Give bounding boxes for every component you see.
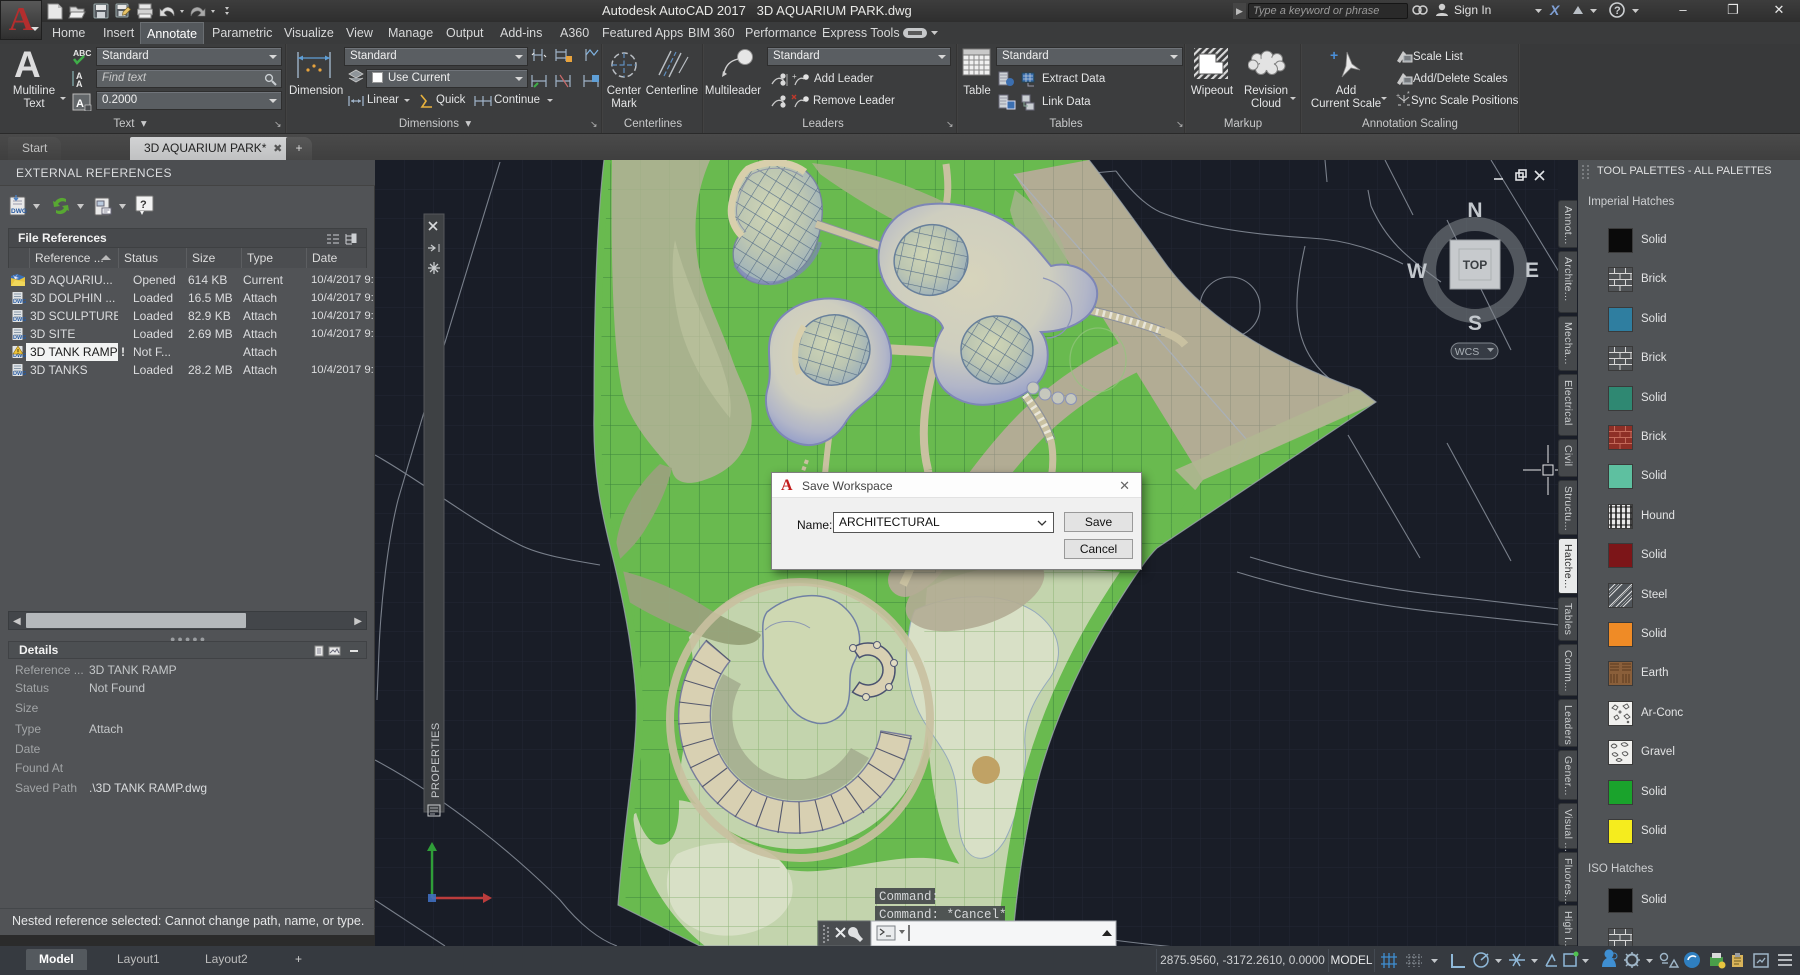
svg-text:+: + <box>1330 48 1338 63</box>
svg-text:DWG: DWG <box>13 371 26 377</box>
svg-text:Command: *Cancel*: Command: *Cancel* <box>879 908 1007 922</box>
svg-text:TOP: TOP <box>1463 258 1487 272</box>
svg-text:WCS: WCS <box>1455 346 1480 358</box>
svg-text:DWG: DWG <box>13 317 26 323</box>
svg-text:+: + <box>1396 93 1400 100</box>
svg-text:+: + <box>792 72 797 81</box>
svg-text:DWG: DWG <box>11 208 27 215</box>
svg-text:Sign In: Sign In <box>1454 3 1491 17</box>
svg-text:A: A <box>76 98 84 110</box>
svg-text:E: E <box>1525 259 1539 282</box>
svg-text:Command:: Command: <box>879 890 939 904</box>
svg-text:W: W <box>1407 260 1427 283</box>
svg-text:X: X <box>1549 2 1561 18</box>
svg-text:N: N <box>1467 199 1482 222</box>
svg-text:PROPERTIES: PROPERTIES <box>430 722 442 798</box>
svg-text:A: A <box>76 79 83 89</box>
svg-text:?: ? <box>1614 5 1621 17</box>
svg-text:?: ? <box>140 199 147 211</box>
svg-text:*: * <box>1407 91 1410 98</box>
svg-text:S: S <box>1468 312 1482 335</box>
svg-text:DWG: DWG <box>13 299 26 305</box>
svg-text:DWG: DWG <box>13 335 26 341</box>
